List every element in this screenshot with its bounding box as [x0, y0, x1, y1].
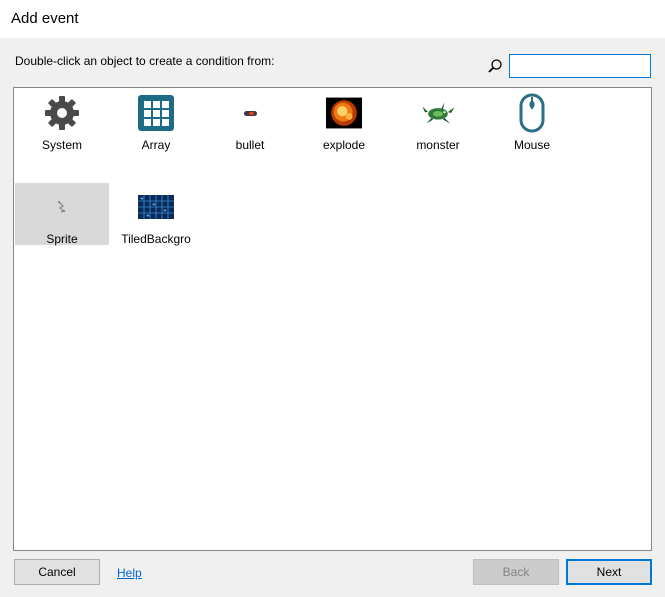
sprite-icon	[44, 189, 80, 225]
object-list[interactable]: System Array bullet explode monster Mous…	[13, 87, 652, 551]
dialog-title: Add event	[11, 10, 79, 27]
object-item-system[interactable]: System	[15, 89, 109, 152]
help-link[interactable]: Help	[117, 566, 142, 580]
bullet-icon	[232, 95, 268, 131]
gear-icon	[44, 95, 80, 131]
object-label: TiledBackgro	[121, 232, 191, 246]
object-item-explode[interactable]: explode	[297, 89, 391, 152]
object-item-bullet[interactable]: bullet	[203, 89, 297, 152]
object-item-monster[interactable]: monster	[391, 89, 485, 152]
title-bar: Add event	[0, 0, 665, 38]
back-button[interactable]: Back	[473, 559, 559, 585]
cancel-button[interactable]: Cancel	[14, 559, 100, 585]
object-item-array[interactable]: Array	[109, 89, 203, 152]
mouse-icon	[514, 93, 550, 133]
search-input[interactable]	[509, 54, 651, 78]
object-label: Array	[141, 138, 171, 152]
grid-icon	[138, 95, 174, 131]
object-item-sprite[interactable]: Sprite	[15, 183, 109, 246]
search-icon	[488, 59, 502, 73]
object-item-mouse[interactable]: Mouse	[485, 89, 579, 152]
instruction-label: Double-click an object to create a condi…	[15, 54, 275, 68]
monster-icon	[420, 95, 456, 131]
object-label: monster	[416, 138, 460, 152]
object-label: System	[41, 138, 82, 152]
object-label: Sprite	[46, 232, 78, 246]
object-label: bullet	[235, 138, 265, 152]
object-label: explode	[322, 138, 366, 152]
tiled-background-icon	[138, 189, 174, 225]
object-label: Mouse	[513, 138, 551, 152]
next-button[interactable]: Next	[566, 559, 652, 585]
explosion-icon	[326, 95, 362, 131]
object-item-tiledbackground[interactable]: TiledBackgro	[109, 183, 203, 246]
